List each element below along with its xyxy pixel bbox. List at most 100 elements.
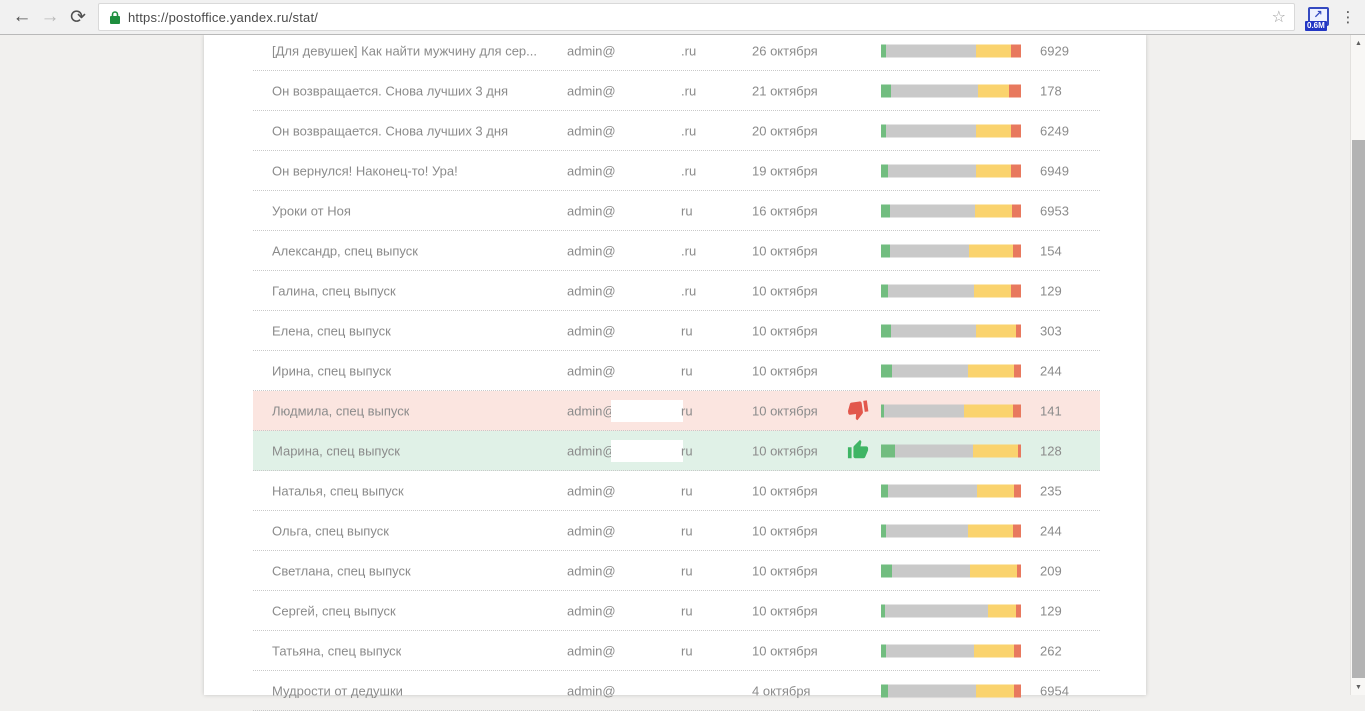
campaign-subject: Ирина, спец выпуск bbox=[272, 363, 391, 378]
browser-toolbar: ← → ⟳ https://postoffice.yandex.ru/stat/… bbox=[0, 0, 1365, 35]
bar-segment-green bbox=[881, 684, 888, 697]
bar-segment-red bbox=[1014, 684, 1021, 697]
bar-segment-gray bbox=[886, 524, 968, 537]
bar-segment-red bbox=[1014, 484, 1021, 497]
table-row[interactable]: Александр, спец выпуск admin@ .ru 10 окт… bbox=[253, 231, 1100, 271]
campaign-subject: Мудрости от дедушки bbox=[272, 683, 403, 698]
send-date: 10 октября bbox=[752, 323, 818, 338]
sender-email: admin@ bbox=[567, 443, 616, 458]
campaign-subject: Сергей, спец выпуск bbox=[272, 603, 396, 618]
sender-email: admin@ bbox=[567, 523, 616, 538]
bar-segment-yellow bbox=[973, 444, 1018, 457]
scroll-up-icon[interactable]: ▲ bbox=[1351, 35, 1365, 51]
bar-segment-yellow bbox=[974, 644, 1014, 657]
scroll-down-icon[interactable]: ▼ bbox=[1351, 679, 1365, 695]
table-row[interactable]: Ольга, спец выпуск admin@ ru 10 октября … bbox=[253, 511, 1100, 551]
send-date: 26 октября bbox=[752, 43, 818, 58]
campaign-subject: Марина, спец выпуск bbox=[272, 443, 400, 458]
recipients-count: 6949 bbox=[1040, 163, 1069, 178]
engagement-bar bbox=[881, 364, 1021, 377]
back-button[interactable]: ← bbox=[8, 3, 36, 31]
reload-button[interactable]: ⟳ bbox=[64, 3, 92, 31]
campaign-subject: Светлана, спец выпуск bbox=[272, 563, 411, 578]
sender-domain: ru bbox=[681, 443, 693, 458]
bar-segment-green bbox=[881, 204, 890, 217]
bar-segment-yellow bbox=[969, 244, 1013, 257]
extension-button[interactable]: ↗ 0.6M bbox=[1307, 6, 1329, 28]
bar-segment-red bbox=[1014, 644, 1021, 657]
bar-segment-yellow bbox=[976, 164, 1011, 177]
sender-domain: .ru bbox=[681, 283, 696, 298]
recipients-count: 244 bbox=[1040, 523, 1062, 538]
bar-segment-yellow bbox=[976, 324, 1016, 337]
bar-segment-green bbox=[881, 564, 892, 577]
sender-email: admin@ bbox=[567, 243, 616, 258]
sender-email: admin@ bbox=[567, 283, 616, 298]
table-row[interactable]: Светлана, спец выпуск admin@ ru 10 октяб… bbox=[253, 551, 1100, 591]
table-row[interactable]: Он возвращается. Снова лучших 3 дня admi… bbox=[253, 71, 1100, 111]
sender-email: admin@ bbox=[567, 603, 616, 618]
bar-segment-gray bbox=[890, 204, 975, 217]
recipients-count: 129 bbox=[1040, 603, 1062, 618]
bar-segment-green bbox=[881, 324, 891, 337]
recipients-count: 262 bbox=[1040, 643, 1062, 658]
send-date: 10 октября bbox=[752, 403, 818, 418]
bar-segment-yellow bbox=[968, 524, 1013, 537]
sender-email: admin@ bbox=[567, 403, 616, 418]
forward-button[interactable]: → bbox=[36, 3, 64, 31]
sender-email: admin@ bbox=[567, 203, 616, 218]
sender-domain: .ru bbox=[681, 123, 696, 138]
bar-segment-gray bbox=[886, 124, 976, 137]
engagement-bar bbox=[881, 44, 1021, 57]
campaign-subject: Александр, спец выпуск bbox=[272, 243, 418, 258]
table-row[interactable]: Он вернулся! Наконец-то! Ура! admin@ .ru… bbox=[253, 151, 1100, 191]
bar-segment-green bbox=[881, 84, 891, 97]
address-bar[interactable]: https://postoffice.yandex.ru/stat/ ☆ bbox=[98, 3, 1295, 31]
table-row[interactable]: Наталья, спец выпуск admin@ ru 10 октябр… bbox=[253, 471, 1100, 511]
send-date: 21 октября bbox=[752, 83, 818, 98]
table-row[interactable]: [Для девушек] Как найти мужчину для сер.… bbox=[253, 31, 1100, 71]
scrollbar-thumb[interactable] bbox=[1352, 140, 1365, 678]
thumb-down-icon[interactable] bbox=[847, 399, 871, 423]
table-row[interactable]: Елена, спец выпуск admin@ ru 10 октября … bbox=[253, 311, 1100, 351]
send-date: 10 октября bbox=[752, 523, 818, 538]
bar-segment-yellow bbox=[977, 484, 1014, 497]
thumb-up-icon[interactable] bbox=[847, 439, 871, 463]
vertical-scrollbar[interactable]: ▲ ▼ bbox=[1350, 35, 1365, 695]
campaign-subject: Он возвращается. Снова лучших 3 дня bbox=[272, 83, 508, 98]
recipients-count: 6954 bbox=[1040, 683, 1069, 698]
sender-domain: ru bbox=[681, 363, 693, 378]
bar-segment-red bbox=[1013, 524, 1021, 537]
sender-domain: ru bbox=[681, 483, 693, 498]
bar-segment-red bbox=[1018, 444, 1021, 457]
recipients-count: 6249 bbox=[1040, 123, 1069, 138]
table-row[interactable]: Сергей, спец выпуск admin@ ru 10 октября… bbox=[253, 591, 1100, 631]
sender-domain: ru bbox=[681, 643, 693, 658]
bar-segment-green bbox=[881, 284, 888, 297]
recipients-count: 244 bbox=[1040, 363, 1062, 378]
recipients-count: 303 bbox=[1040, 323, 1062, 338]
page-background: [Для девушек] Как найти мужчину для сер.… bbox=[0, 35, 1350, 695]
bar-segment-red bbox=[1011, 164, 1021, 177]
table-row[interactable]: Уроки от Ноя admin@ ru 16 октября 6953 bbox=[253, 191, 1100, 231]
table-row[interactable]: Мудрости от дедушки admin@ 4 октября 695… bbox=[253, 671, 1100, 711]
bar-segment-yellow bbox=[978, 84, 1009, 97]
table-row[interactable]: Марина, спец выпуск admin@ ru 10 октября… bbox=[253, 431, 1100, 471]
table-row[interactable]: Ирина, спец выпуск admin@ ru 10 октября … bbox=[253, 351, 1100, 391]
table-row[interactable]: Людмила, спец выпуск admin@ ru 10 октябр… bbox=[253, 391, 1100, 431]
engagement-bar bbox=[881, 524, 1021, 537]
recipients-count: 178 bbox=[1040, 83, 1062, 98]
chrome-menu-button[interactable]: ⋮ bbox=[1335, 3, 1361, 31]
campaign-subject: Он вернулся! Наконец-то! Ура! bbox=[272, 163, 458, 178]
table-row[interactable]: Галина, спец выпуск admin@ .ru 10 октябр… bbox=[253, 271, 1100, 311]
table-row[interactable]: Он возвращается. Снова лучших 3 дня admi… bbox=[253, 111, 1100, 151]
table-row[interactable]: Татьяна, спец выпуск admin@ ru 10 октябр… bbox=[253, 631, 1100, 671]
bar-segment-red bbox=[1011, 124, 1021, 137]
bar-segment-red bbox=[1011, 44, 1021, 57]
url-text[interactable]: https://postoffice.yandex.ru/stat/ bbox=[128, 10, 1272, 25]
engagement-bar bbox=[881, 404, 1021, 417]
bar-segment-gray bbox=[888, 284, 974, 297]
sender-domain: ru bbox=[681, 563, 693, 578]
bar-segment-green bbox=[881, 244, 890, 257]
bookmark-star-icon[interactable]: ☆ bbox=[1272, 7, 1286, 27]
